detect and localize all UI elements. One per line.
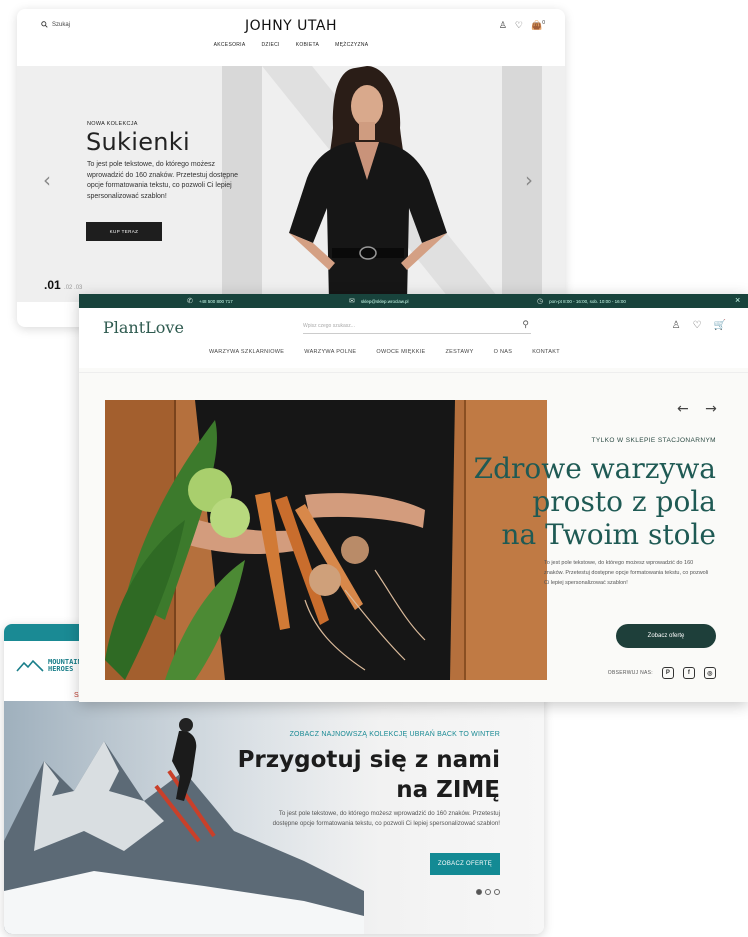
bag-icon[interactable]: 👜0 xyxy=(531,20,545,31)
slide-pager[interactable]: .01 .02 .03 xyxy=(44,278,82,292)
phone-number: +48 500 800 717 xyxy=(198,298,233,304)
search-placeholder: Wpisz czego szukasz... xyxy=(303,323,355,329)
phone-icon: ✆ xyxy=(187,298,193,305)
search-input[interactable]: Wpisz czego szukasz... ⚲ xyxy=(303,319,531,334)
hero-description: To jest pole tekstowe, do którego możesz… xyxy=(272,810,500,827)
header-icons: ♙ ♡ 🛒 xyxy=(672,320,726,331)
header-icons: ♙ ♡ 👜0 xyxy=(499,20,545,31)
hero-title: Zdrowe warzywa prosto z pola na Twoim st… xyxy=(474,452,716,551)
hero-banner: ZOBACZ NAJNOWSZĄ KOLEKCJĘ UBRAŃ BACK TO … xyxy=(4,701,544,934)
nav-item-field-vegetables[interactable]: WARZYWA POLNE xyxy=(304,349,356,355)
nav-item-soft-fruits[interactable]: OWOCE MIĘKKIE xyxy=(376,349,425,355)
hero-title-line-3: na Twoim stole xyxy=(501,518,716,551)
email-address: sklep@sklep.wroclaw.pl xyxy=(360,298,409,304)
shop-now-button[interactable]: KUP TERAZ xyxy=(86,222,162,241)
site-logo[interactable]: MOUNTAIN HEROES xyxy=(16,659,82,673)
cart-count: 0 xyxy=(542,20,545,26)
user-icon[interactable]: ♙ xyxy=(672,320,681,331)
facebook-icon[interactable]: f xyxy=(683,667,695,679)
hero-title: Sukienki xyxy=(86,128,190,156)
main-nav: WARZYWA SZKLARNIOWE WARZYWA POLNE OWOCE … xyxy=(209,349,560,355)
slider-arrows[interactable]: ← → xyxy=(677,401,723,417)
logo-text: MOUNTAIN HEROES xyxy=(48,659,82,673)
hours-info: ◷ pon-pt 8:00 - 16:00, sob. 10:00 - 16:0… xyxy=(537,297,626,305)
hero-title: Przygotuj się z nami na ZIMĘ xyxy=(238,745,500,805)
hero-eyebrow: ZOBACZ NAJNOWSZĄ KOLEKCJĘ UBRAŃ BACK TO … xyxy=(289,731,500,738)
phone-info[interactable]: ✆ +48 500 800 717 xyxy=(187,297,233,305)
mail-icon: ✉ xyxy=(349,298,355,305)
nav-item-about[interactable]: O NAS xyxy=(494,349,513,355)
hero-title-line-1: Przygotuj się z nami xyxy=(237,747,500,773)
site-logo[interactable]: PlantLove xyxy=(103,318,184,337)
slider-dots xyxy=(476,889,500,895)
heart-icon[interactable]: ♡ xyxy=(693,320,702,331)
social-links: OBSERWUJ NAS: P f ◎ xyxy=(608,667,716,679)
site-logo[interactable]: JOHNY UTAH xyxy=(17,18,565,34)
other-slides: .02 .03 xyxy=(64,285,83,291)
hero-eyebrow: NOWA KOLEKCJA xyxy=(87,121,138,127)
nav-item-kobieta[interactable]: KOBIETA xyxy=(296,42,319,48)
see-offer-button[interactable]: Zobacz ofertę xyxy=(616,624,716,648)
slide-dot-2[interactable] xyxy=(485,889,491,895)
user-icon[interactable]: ♙ xyxy=(499,20,507,31)
hero-eyebrow: TYLKO W SKLEPIE STACJONARNYM xyxy=(591,437,716,444)
prev-arrow-icon[interactable]: ‹ xyxy=(43,168,51,192)
instagram-icon[interactable]: ◎ xyxy=(704,667,716,679)
slide-dot-3[interactable] xyxy=(494,889,500,895)
johny-utah-preview: Szukaj JOHNY UTAH ♙ ♡ 👜0 AKCESORIA DZIEC… xyxy=(17,9,565,327)
site-header: PlantLove Wpisz czego szukasz... ⚲ ♙ ♡ 🛒… xyxy=(79,308,748,368)
slide-dot-1[interactable] xyxy=(476,889,482,895)
main-nav: AKCESORIA DZIECI KOBIETA MĘŻCZYZNA xyxy=(17,42,565,48)
close-icon[interactable]: × xyxy=(735,295,740,305)
email-info[interactable]: ✉ sklep@sklep.wroclaw.pl xyxy=(349,297,408,305)
nav-item-dzieci[interactable]: DZIECI xyxy=(262,42,280,48)
hero-title-line-2: prosto z pola xyxy=(532,485,716,518)
plantlove-preview: ✆ +48 500 800 717 ✉ sklep@sklep.wroclaw.… xyxy=(79,294,748,702)
hero-description: To jest pole tekstowe, do którego możesz… xyxy=(544,560,709,586)
logo-line-2: HEROES xyxy=(48,665,74,673)
hero-description: To jest pole tekstowe, do którego możesz… xyxy=(87,161,238,200)
hero-slider: NOWA KOLEKCJA Sukienki To jest pole teks… xyxy=(17,66,565,302)
hero-title-line-2: na ZIMĘ xyxy=(396,777,500,803)
opening-hours: pon-pt 8:00 - 16:00, sob. 10:00 - 16:00 xyxy=(549,298,626,304)
nav-item-sets[interactable]: ZESTAWY xyxy=(446,349,474,355)
current-slide: .01 xyxy=(44,278,61,292)
nav-item-akcesoria[interactable]: AKCESORIA xyxy=(214,42,246,48)
pinterest-icon[interactable]: P xyxy=(662,667,674,679)
see-offer-button[interactable]: ZOBACZ OFERTĘ xyxy=(430,853,500,875)
cart-icon[interactable]: 🛒 xyxy=(714,320,726,331)
follow-label: OBSERWUJ NAS: xyxy=(607,670,653,676)
nav-item-contact[interactable]: KONTAKT xyxy=(532,349,560,355)
search-icon[interactable]: ⚲ xyxy=(522,319,529,330)
heart-icon[interactable]: ♡ xyxy=(515,20,523,31)
top-bar: ✆ +48 500 800 717 ✉ sklep@sklep.wroclaw.… xyxy=(79,294,748,308)
nav-item-mezczyzna[interactable]: MĘŻCZYZNA xyxy=(335,42,368,48)
nav-item-greenhouse-vegetables[interactable]: WARZYWA SZKLARNIOWE xyxy=(209,349,284,355)
hero-title-line-1: Zdrowe warzywa xyxy=(473,452,716,485)
clock-icon: ◷ xyxy=(537,298,544,305)
mountain-logo-icon xyxy=(16,659,44,672)
next-arrow-icon[interactable]: › xyxy=(525,168,533,192)
header-divider xyxy=(79,372,748,373)
model-photo xyxy=(289,66,447,302)
